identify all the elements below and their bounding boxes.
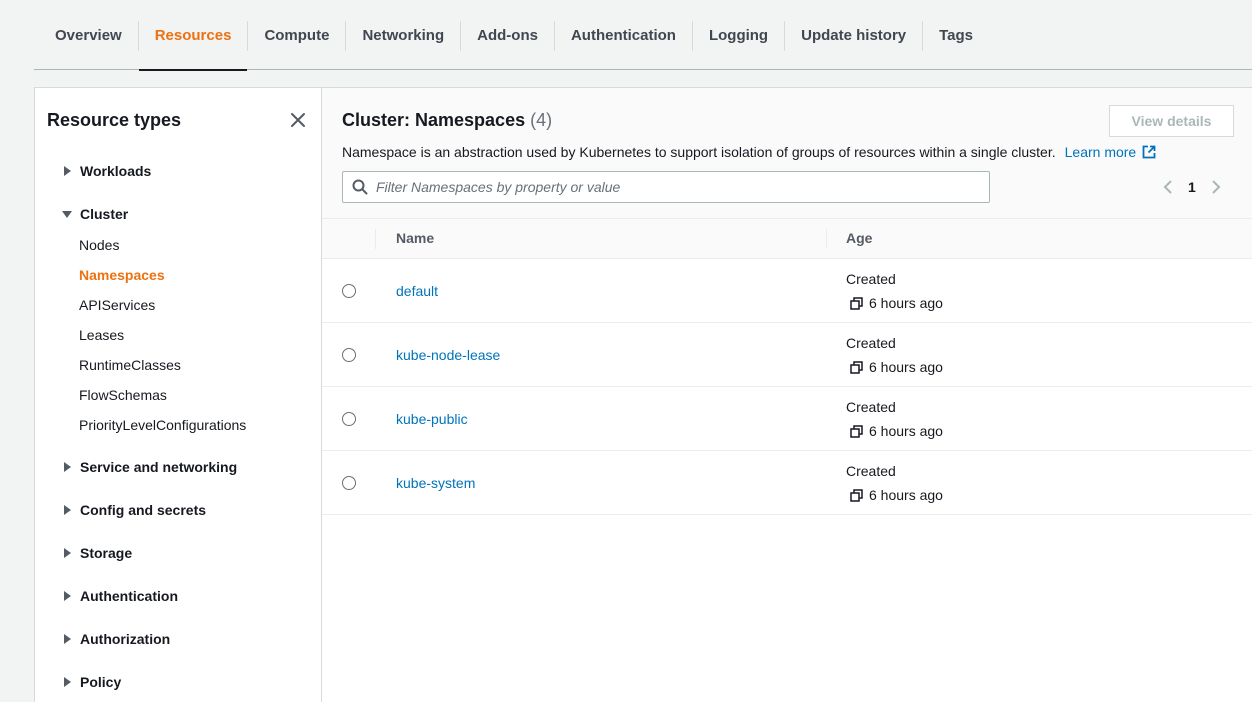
sidebar-item-prioritylevelconfigurations[interactable]: PriorityLevelConfigurations: [79, 417, 246, 433]
age-value: 6 hours ago: [850, 295, 943, 311]
copy-icon[interactable]: [850, 424, 863, 438]
group-label: Policy: [80, 674, 122, 690]
item-count: (4): [530, 110, 553, 130]
chevron-right-icon: [1212, 180, 1221, 194]
caret-right-icon: [64, 591, 71, 601]
sidebar-item-flowschemas[interactable]: FlowSchemas: [79, 387, 167, 403]
column-divider: [826, 229, 827, 249]
column-header-name[interactable]: Name: [396, 230, 434, 246]
row-select-radio[interactable]: [342, 476, 356, 490]
close-icon[interactable]: [289, 111, 307, 129]
group-service-networking[interactable]: Service and networking: [61, 459, 237, 475]
namespace-link[interactable]: kube-public: [396, 411, 468, 427]
current-page[interactable]: 1: [1188, 179, 1196, 195]
title-text: Cluster: Namespaces: [342, 110, 526, 130]
description-text: Namespace is an abstraction used by Kube…: [342, 144, 1056, 160]
age-value: 6 hours ago: [850, 487, 943, 503]
created-label: Created: [846, 271, 896, 287]
tab-add-ons[interactable]: Add-ons: [461, 0, 554, 70]
namespace-link[interactable]: kube-node-lease: [396, 347, 500, 363]
namespace-link[interactable]: kube-system: [396, 475, 475, 491]
tab-compute[interactable]: Compute: [248, 0, 345, 70]
caret-right-icon: [64, 462, 71, 472]
namespaces-panel: Cluster: Namespaces (4) View details Nam…: [322, 87, 1252, 702]
caret-right-icon: [64, 634, 71, 644]
learn-more-link[interactable]: Learn more: [1065, 144, 1157, 160]
age-text: 6 hours ago: [869, 423, 943, 439]
table-row: default Created 6 hours ago: [322, 259, 1252, 323]
created-label: Created: [846, 399, 896, 415]
caret-right-icon: [64, 677, 71, 687]
tab-logging[interactable]: Logging: [693, 0, 784, 70]
sidebar-item-namespaces[interactable]: Namespaces: [79, 267, 165, 283]
row-select-radio[interactable]: [342, 348, 356, 362]
table-row: kube-system Created 6 hours ago: [322, 451, 1252, 515]
pagination: 1: [1160, 175, 1224, 199]
resource-types-title: Resource types: [47, 110, 182, 130]
table-header: Name Age: [322, 219, 1252, 259]
age-value: 6 hours ago: [850, 359, 943, 375]
group-label: Workloads: [80, 163, 152, 179]
group-authentication[interactable]: Authentication: [61, 588, 178, 604]
group-storage[interactable]: Storage: [61, 545, 132, 561]
group-label: Config and secrets: [80, 502, 207, 518]
copy-icon[interactable]: [850, 360, 863, 374]
copy-icon[interactable]: [850, 296, 863, 310]
tab-overview[interactable]: Overview: [39, 0, 138, 70]
external-link-icon: [1142, 145, 1156, 159]
table-row: kube-public Created 6 hours ago: [322, 387, 1252, 451]
column-divider: [375, 229, 376, 249]
namespace-link[interactable]: default: [396, 283, 438, 299]
panel-header: Cluster: Namespaces (4) View details Nam…: [322, 88, 1252, 219]
tab-tags[interactable]: Tags: [923, 0, 989, 70]
copy-icon[interactable]: [850, 488, 863, 502]
table-row: kube-node-lease Created 6 hours ago: [322, 323, 1252, 387]
tab-authentication[interactable]: Authentication: [555, 0, 692, 70]
sidebar-item-apiservices[interactable]: APIServices: [79, 297, 155, 313]
created-label: Created: [846, 335, 896, 351]
group-label: Cluster: [80, 206, 129, 222]
tab-networking[interactable]: Networking: [346, 0, 460, 70]
group-cluster[interactable]: Cluster: [61, 206, 128, 222]
learn-more-label: Learn more: [1064, 144, 1137, 160]
caret-right-icon: [64, 166, 71, 176]
filter-box: [342, 171, 990, 203]
page-title: Cluster: Namespaces (4): [342, 110, 552, 131]
caret-right-icon: [64, 548, 71, 558]
tab-resources[interactable]: Resources: [138, 0, 248, 71]
resource-types-panel: Resource types Workloads Cluster Nodes N…: [34, 87, 322, 702]
description: Namespace is an abstraction used by Kube…: [342, 144, 1156, 160]
age-text: 6 hours ago: [869, 487, 943, 503]
group-label: Authorization: [80, 631, 171, 647]
row-select-radio[interactable]: [342, 412, 356, 426]
tab-update-history[interactable]: Update history: [785, 0, 922, 70]
group-config-secrets[interactable]: Config and secrets: [61, 502, 206, 518]
group-label: Service and networking: [80, 459, 238, 475]
group-label: Storage: [80, 545, 133, 561]
caret-right-icon: [64, 505, 71, 515]
tab-bar: Overview Resources Compute Networking Ad…: [34, 0, 1252, 71]
sidebar-item-leases[interactable]: Leases: [79, 327, 124, 343]
sidebar-item-nodes[interactable]: Nodes: [79, 237, 119, 253]
chevron-left-icon: [1163, 180, 1172, 194]
group-label: Authentication: [80, 588, 178, 604]
next-page-button[interactable]: [1208, 175, 1224, 199]
group-workloads[interactable]: Workloads: [61, 163, 151, 179]
created-label: Created: [846, 463, 896, 479]
group-authorization[interactable]: Authorization: [61, 631, 170, 647]
age-text: 6 hours ago: [869, 359, 943, 375]
view-details-button[interactable]: View details: [1109, 105, 1234, 137]
previous-page-button[interactable]: [1160, 175, 1176, 199]
sidebar-item-runtimeclasses[interactable]: RuntimeClasses: [79, 357, 181, 373]
caret-down-icon: [62, 211, 72, 218]
filter-namespaces-input[interactable]: [376, 179, 966, 195]
column-header-age[interactable]: Age: [846, 230, 872, 246]
age-value: 6 hours ago: [850, 423, 943, 439]
row-select-radio[interactable]: [342, 284, 356, 298]
age-text: 6 hours ago: [869, 295, 943, 311]
group-policy[interactable]: Policy: [61, 674, 121, 690]
search-icon: [352, 179, 368, 195]
